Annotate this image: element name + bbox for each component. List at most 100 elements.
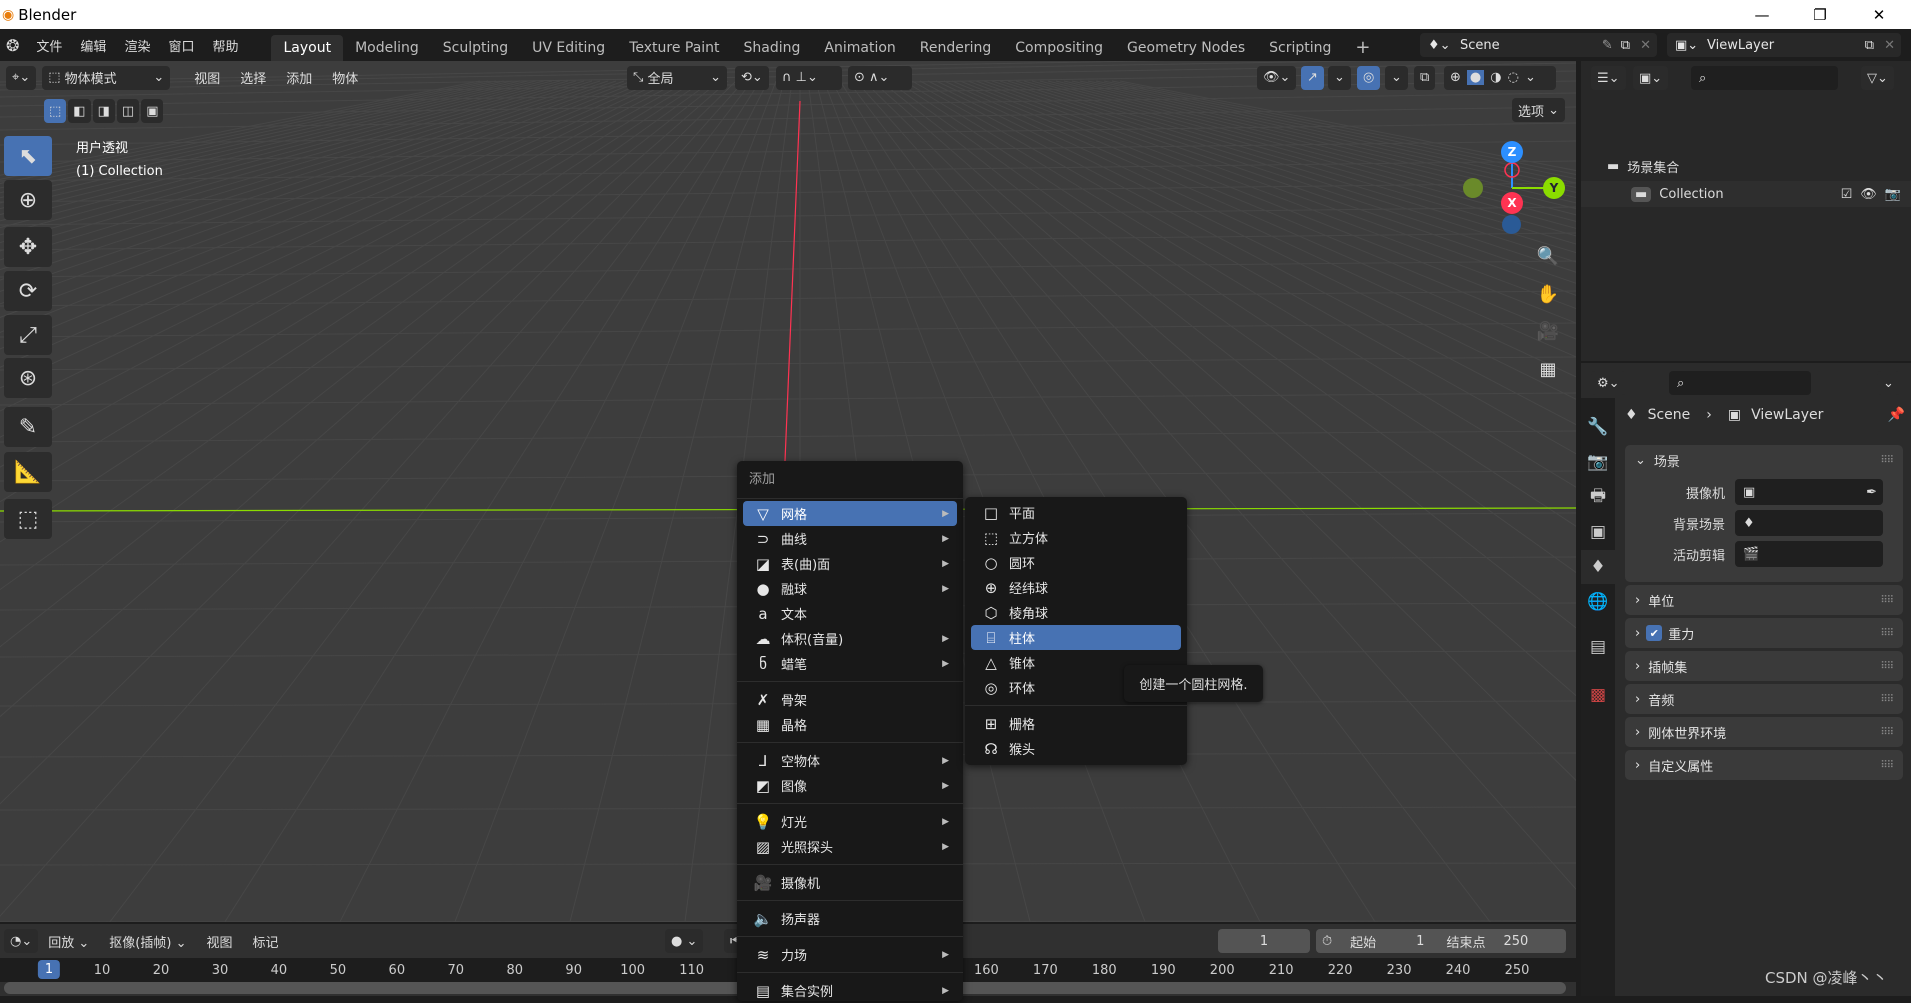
tab-compositing[interactable]: Compositing — [1003, 35, 1115, 61]
outliner-search[interactable]: ⌕ — [1691, 66, 1838, 90]
texture-tab-icon[interactable]: ▩ — [1581, 678, 1615, 712]
gravity-checkbox[interactable]: ✔ — [1646, 625, 1663, 641]
output-tab-icon[interactable]: 🖶 — [1581, 480, 1615, 514]
camera-field[interactable]: ▣ ✒ — [1735, 479, 1883, 505]
add-menu-item[interactable]: 🔈 扬声器 — [743, 906, 957, 931]
add-menu-item[interactable]: ▦ 晶格 — [743, 712, 957, 737]
add-workspace-button[interactable]: + — [1343, 35, 1382, 61]
rendered-shading-icon[interactable]: ◌ — [1508, 70, 1519, 85]
world-tab-icon[interactable]: 🌐 — [1581, 585, 1615, 619]
view-layer-name[interactable]: ViewLayer — [1707, 38, 1861, 53]
tool-tab-icon[interactable]: 🔧 — [1581, 410, 1615, 444]
scene-tab-icon[interactable]: ♦ — [1581, 550, 1615, 584]
wireframe-shading-icon[interactable]: ⊕ — [1450, 70, 1461, 85]
mesh-menu-item[interactable]: ⊞ 栅格 — [971, 711, 1181, 736]
restore-button[interactable]: ❐ — [1791, 0, 1849, 29]
menu-help[interactable]: 帮助 — [203, 36, 247, 55]
shading-modes[interactable]: ⊕ ● ◑ ◌ ⌄ — [1444, 65, 1556, 90]
render-camera-icon[interactable]: 📷 — [1885, 187, 1901, 202]
add-menu-item[interactable]: a 文本 — [743, 601, 957, 626]
options-dropdown[interactable]: 选项 ⌄ — [1512, 98, 1566, 122]
gravity-panel[interactable]: › ✔ 重力 ⠿⠿ — [1625, 618, 1903, 648]
material-shading-icon[interactable]: ◑ — [1490, 70, 1501, 85]
keying-sets-panel[interactable]: › 插帧集 ⠿⠿ — [1625, 651, 1903, 681]
menu-edit[interactable]: 编辑 — [71, 36, 115, 55]
playback-menu[interactable]: 回放 ⌄ — [38, 932, 99, 951]
audio-panel[interactable]: › 音频 ⠿⠿ — [1625, 684, 1903, 714]
annotate-tool[interactable]: ✎ — [4, 407, 52, 447]
close-button[interactable]: ✕ — [1850, 0, 1908, 29]
pan-hand-icon[interactable]: ✋ — [1532, 278, 1564, 310]
add-menu-item[interactable]: ● 融球 ▶ — [743, 576, 957, 601]
new-scene-icon[interactable]: ⧉ — [1617, 38, 1634, 53]
current-frame-field[interactable]: 1 — [1218, 929, 1310, 953]
collection-row[interactable]: ▬ Collection ☑ 👁 📷 — [1581, 181, 1911, 207]
gizmo-toggle[interactable]: ↗ — [1301, 65, 1324, 90]
tab-rendering[interactable]: Rendering — [908, 35, 1004, 61]
gizmo-z-axis[interactable]: Z — [1501, 141, 1523, 163]
gizmo-x-axis[interactable]: X — [1501, 192, 1523, 214]
active-clip-field[interactable]: 🎬 — [1735, 541, 1883, 567]
select-extend-icon[interactable]: ◧ — [68, 99, 91, 123]
drag-grip-icon[interactable]: ⠿⠿ — [1880, 628, 1894, 639]
gizmo-neg-z[interactable] — [1502, 215, 1521, 234]
add-menu-item[interactable]: ⅃ 空物体 ▶ — [743, 748, 957, 773]
auto-keying-button[interactable]: ● ⌄ — [665, 929, 704, 953]
delete-scene-icon[interactable]: ✕ — [1634, 38, 1657, 53]
tab-scripting[interactable]: Scripting — [1257, 35, 1343, 61]
collection-tab-icon[interactable]: ▤ — [1581, 630, 1615, 664]
tab-texture-paint[interactable]: Texture Paint — [617, 35, 731, 61]
mesh-menu-item[interactable]: ⌸ 柱体 — [971, 625, 1181, 650]
mesh-menu-item[interactable]: ☊ 猴头 — [971, 736, 1181, 761]
select-intersect-icon[interactable]: ▣ — [141, 99, 164, 123]
visibility-button[interactable]: 👁⌄ — [1257, 65, 1297, 90]
drag-grip-icon[interactable]: ⠿⠿ — [1880, 760, 1894, 771]
outliner-editor-type[interactable]: ☰⌄ — [1591, 66, 1626, 90]
add-menu-item[interactable]: ▽ 网格 ▶ — [743, 501, 957, 526]
mesh-menu-item[interactable]: ⬡ 棱角球 — [971, 600, 1181, 625]
drag-grip-icon[interactable]: ⠿⠿ — [1880, 661, 1894, 672]
add-menu-item[interactable]: ◪ 表(曲)面 ▶ — [743, 551, 957, 576]
display-mode-button[interactable]: ▣⌄ — [1633, 66, 1669, 90]
delete-view-layer-icon[interactable]: ✕ — [1878, 38, 1901, 53]
exclude-checkbox[interactable]: ☑ — [1841, 187, 1853, 202]
drag-grip-icon[interactable]: ⠿⠿ — [1880, 595, 1894, 606]
rigid-body-world-panel[interactable]: › 刚体世界环境 ⠿⠿ — [1625, 717, 1903, 747]
render-tab-icon[interactable]: 📷 — [1581, 445, 1615, 479]
add-menu-item[interactable]: ◩ 图像 ▶ — [743, 773, 957, 798]
properties-options[interactable]: ⌄ — [1877, 371, 1900, 395]
mode-selector[interactable]: ⬚ 物体模式 ⌄ — [42, 65, 171, 90]
pin-icon[interactable]: ✎ — [1598, 38, 1617, 53]
solid-shading-icon[interactable]: ● — [1466, 70, 1485, 85]
tab-animation[interactable]: Animation — [812, 35, 907, 61]
cursor-tool[interactable]: ⊕ — [4, 180, 52, 220]
tab-layout[interactable]: Layout — [271, 35, 344, 61]
menu-render[interactable]: 渲染 — [115, 36, 159, 55]
gizmo-y-axis[interactable]: Y — [1543, 177, 1565, 199]
rotate-tool[interactable]: ⟳ — [4, 271, 52, 311]
pin-icon[interactable]: 📌 — [1888, 407, 1905, 423]
custom-properties-panel[interactable]: › 自定义属性 ⠿⠿ — [1625, 750, 1903, 780]
new-view-layer-icon[interactable]: ⧉ — [1861, 38, 1878, 53]
tab-modeling[interactable]: Modeling — [343, 35, 431, 61]
scene-name[interactable]: Scene — [1460, 38, 1598, 53]
keying-menu[interactable]: 抠像(插帧) ⌄ — [99, 932, 196, 951]
add-menu-item[interactable]: 💡 灯光 ▶ — [743, 809, 957, 834]
proportional-edit-button[interactable]: ⊙ ∧⌄ — [848, 65, 912, 90]
drag-grip-icon[interactable]: ⠿⠿ — [1880, 727, 1894, 738]
eyedropper-icon[interactable]: ✒ — [1866, 485, 1877, 500]
orientation-selector[interactable]: ⤡ 全局 ⌄ — [627, 65, 727, 90]
tab-uv-editing[interactable]: UV Editing — [520, 35, 617, 61]
menu-select[interactable]: 选择 — [230, 68, 276, 87]
tab-sculpting[interactable]: Sculpting — [431, 35, 520, 61]
menu-file[interactable]: 文件 — [27, 36, 71, 55]
menu-view[interactable]: 视图 — [184, 68, 230, 87]
properties-search[interactable]: ⌕ — [1669, 371, 1811, 395]
menu-add[interactable]: 添加 — [276, 68, 322, 87]
end-frame-field[interactable]: 250 — [1503, 934, 1528, 949]
tab-geometry-nodes[interactable]: Geometry Nodes — [1115, 35, 1257, 61]
blender-menu-icon[interactable]: ❂ — [0, 36, 27, 55]
filter-button[interactable]: ▽⌄ — [1861, 66, 1894, 90]
add-menu-item[interactable]: ▤ 集合实例 ▶ — [743, 978, 957, 1003]
add-menu-item[interactable]: ≋ 力场 ▶ — [743, 942, 957, 967]
